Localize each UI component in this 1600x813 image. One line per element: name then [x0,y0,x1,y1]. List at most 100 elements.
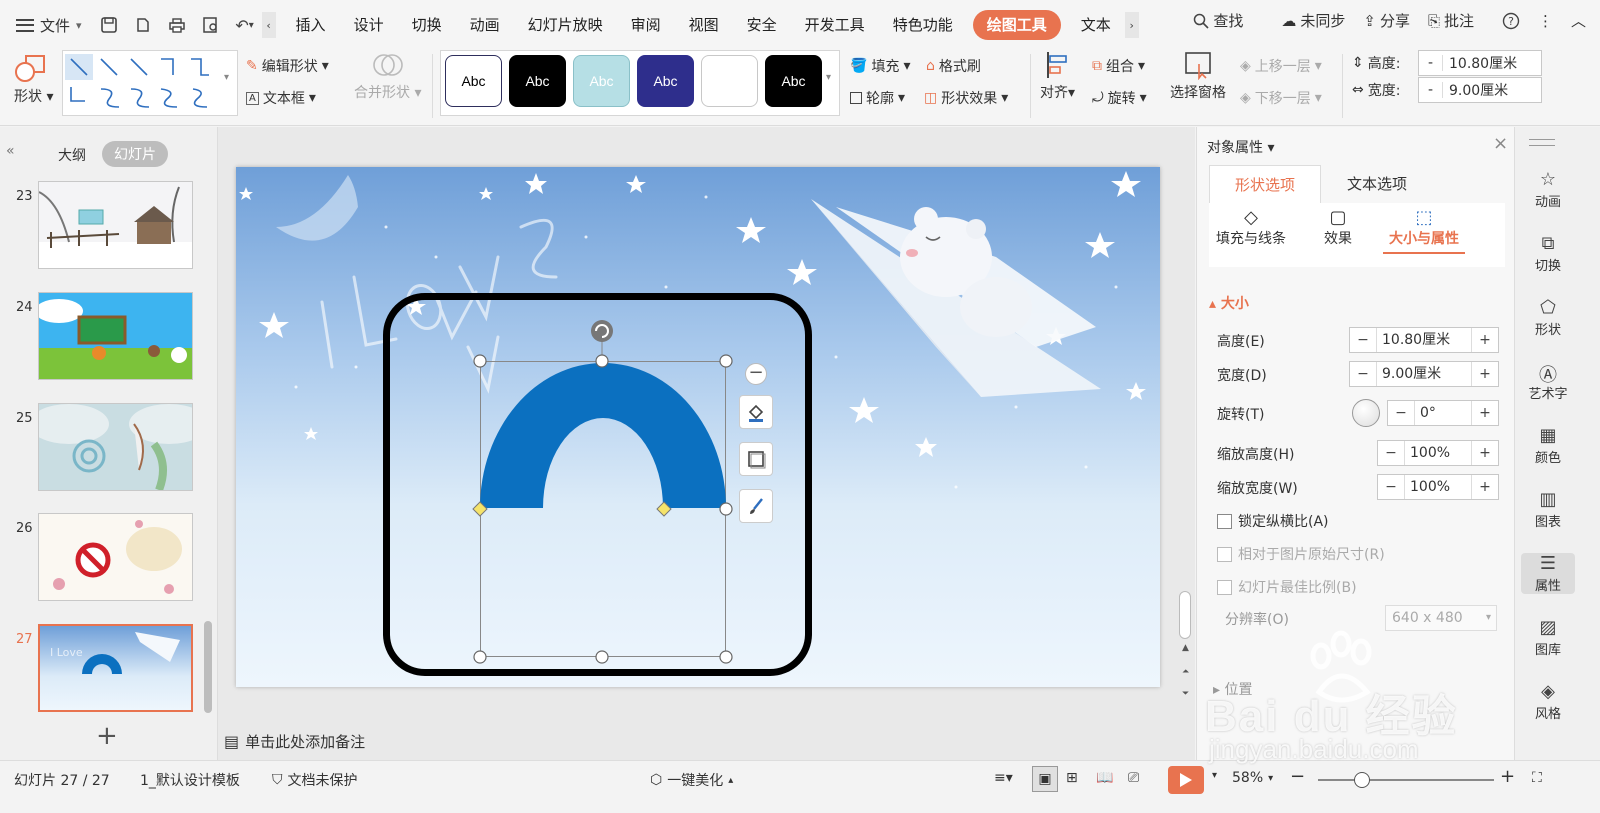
scroll-right-icon[interactable]: › [1124,12,1139,38]
add-slide-button[interactable]: + [96,721,118,751]
fit-window-icon[interactable]: ⛶ [1532,770,1542,786]
save-icon[interactable] [92,10,126,40]
undo-icon[interactable]: ↶ ▾ [228,10,262,40]
presenter-view-icon[interactable]: ⎚ [1128,770,1139,786]
notes-area[interactable]: ▤ 单击此处添加备注 [224,731,365,752]
scroll-up-icon[interactable]: ▲ [1182,643,1189,653]
resolution-select[interactable]: 640 x 480 ▾ [1385,605,1497,631]
play-options-icon[interactable]: ▾ [1212,770,1217,781]
shape-style-preset[interactable]: Abc [509,55,566,107]
decrement-icon[interactable]: − [1350,366,1376,382]
increment-icon[interactable]: + [1472,332,1498,348]
beautify-button[interactable]: ⬡ 一键美化 ▴ [650,770,733,790]
increment-icon[interactable]: + [1472,405,1498,421]
collapse-quick-tools-icon[interactable]: − [745,363,767,385]
right-tool-4[interactable]: ▦ 颜色 [1521,425,1575,466]
slide[interactable]: − [236,167,1160,687]
collapse-ribbon-icon[interactable]: ︿ [1565,10,1592,31]
shape-style-preset[interactable]: Abc [637,55,694,107]
increment-icon[interactable]: + [1472,445,1498,461]
right-tool-6[interactable]: ☰ 属性 [1521,553,1575,594]
selection-pane-button[interactable]: 选择窗格 [1170,50,1226,102]
sync-button[interactable]: ☁ 未同步 [1275,10,1351,31]
help-icon[interactable]: ? [1496,12,1526,30]
quick-format-button[interactable] [739,489,773,523]
increment-icon[interactable]: + [1472,479,1498,495]
quick-outline-button[interactable] [739,442,773,476]
ribbon-height-field[interactable]: - 10.80厘米 [1418,50,1542,76]
right-tool-2[interactable]: ⬠ 形状 [1521,297,1575,338]
zoom-slider-thumb[interactable] [1354,772,1370,788]
tab-11[interactable]: 文本 [1067,10,1125,40]
ribbon-width-field[interactable]: - 9.00厘米 [1418,77,1542,103]
bring-forward-button[interactable]: ◈ 上移一层 ▾ [1240,56,1322,76]
decrement-icon[interactable]: − [1388,405,1414,421]
tab-0[interactable]: 插入 [282,10,340,40]
merge-shape-button[interactable]: 合并形状 ▾ [354,50,421,102]
width-minus-icon[interactable]: - [1419,82,1443,98]
tab-6[interactable]: 视图 [675,10,733,40]
share-button[interactable]: ⇪ 分享 [1357,10,1416,31]
lock-aspect-checkbox[interactable]: 锁定纵横比(A) [1217,511,1329,531]
subtab-size-properties[interactable]: ⬚ 大小与属性 [1383,207,1465,254]
thumbnail-scrollbar[interactable] [204,621,212,713]
collapse-panel-icon[interactable]: « [6,143,15,159]
decrement-icon[interactable]: − [1378,479,1404,495]
shape-effect-button[interactable]: ◫ 形状效果 ▾ [924,88,1008,108]
decrement-icon[interactable]: − [1378,445,1404,461]
gallery-scroll-icon[interactable]: ▾ [224,72,229,83]
tab-8[interactable]: 开发工具 [791,10,879,40]
textbox-button[interactable]: A 文本框 ▾ [246,88,316,108]
right-tool-7[interactable]: ▨ 图库 [1521,617,1575,658]
relative-original-checkbox[interactable]: 相对于图片原始尺寸(R) [1217,544,1385,564]
tab-4[interactable]: 幻灯片放映 [514,10,617,40]
zoom-out-icon[interactable]: − [1290,766,1305,787]
protection-status[interactable]: ⛉ 文档未保护 [272,770,358,790]
play-slideshow-button[interactable] [1168,766,1204,794]
quick-fill-button[interactable] [739,395,773,429]
width-input[interactable]: −9.00厘米 + [1349,361,1499,387]
tab-text-options[interactable]: 文本选项 [1321,165,1433,203]
send-backward-button[interactable]: ◈ 下移一层 ▾ [1240,88,1322,108]
more-icon[interactable]: ⋮ [1532,12,1559,30]
rotate-input[interactable]: −0° + [1387,400,1499,426]
height-minus-icon[interactable]: - [1419,55,1443,71]
slide-thumbnail[interactable] [38,292,193,380]
format-brush-button[interactable]: ⌂ 格式刷 [926,56,981,76]
fill-button[interactable]: 🪣 填充 ▾ [850,56,910,76]
right-tool-0[interactable]: ☆ 动画 [1521,169,1575,210]
slide-thumbnail[interactable] [38,181,193,269]
canvas-scrollbar-thumb[interactable] [1179,591,1191,639]
subtab-effects[interactable]: ▢ 效果 [1313,207,1363,248]
outline-tab[interactable]: 大纲 [58,145,86,165]
edit-shape-button[interactable]: ✎ 编辑形状 ▾ [246,56,329,76]
rotate-button[interactable]: ⤾ 旋转 ▾ [1092,88,1147,108]
scroll-left-icon[interactable]: ‹ [261,12,276,38]
slide-thumbnail[interactable] [38,403,193,491]
tab-9[interactable]: 特色功能 [879,10,967,40]
zoom-level[interactable]: 58% ▾ [1232,770,1273,786]
notes-toggle-icon[interactable]: ≡▾ [994,770,1013,786]
next-slide-icon[interactable]: ⏷ [1182,689,1189,699]
zoom-slider-track[interactable] [1318,779,1494,781]
slide-thumbnail[interactable] [38,513,193,601]
right-tool-1[interactable]: ⧉ 切换 [1521,233,1575,274]
best-scale-checkbox[interactable]: 幻灯片最佳比例(B) [1217,577,1357,597]
print-icon[interactable] [160,10,194,40]
tab-7[interactable]: 安全 [733,10,791,40]
slides-tab[interactable]: 幻灯片 [102,141,168,167]
tab-3[interactable]: 动画 [456,10,514,40]
decrement-icon[interactable]: − [1350,332,1376,348]
design-template[interactable]: 1_默认设计模板 [140,770,240,790]
scale-height-input[interactable]: −100% + [1377,440,1499,466]
shape-gallery[interactable] [62,50,238,116]
height-input[interactable]: −10.80厘米 + [1349,327,1499,353]
shape-style-preset[interactable] [701,55,758,107]
increment-icon[interactable]: + [1472,366,1498,382]
group-button[interactable]: ⧉ 组合 ▾ [1092,56,1145,76]
zoom-in-icon[interactable]: + [1500,766,1515,787]
tab-10[interactable]: 绘图工具 [972,10,1061,40]
tab-1[interactable]: 设计 [340,10,398,40]
print-preview-icon[interactable] [194,10,228,40]
close-icon[interactable]: × [1493,133,1508,154]
